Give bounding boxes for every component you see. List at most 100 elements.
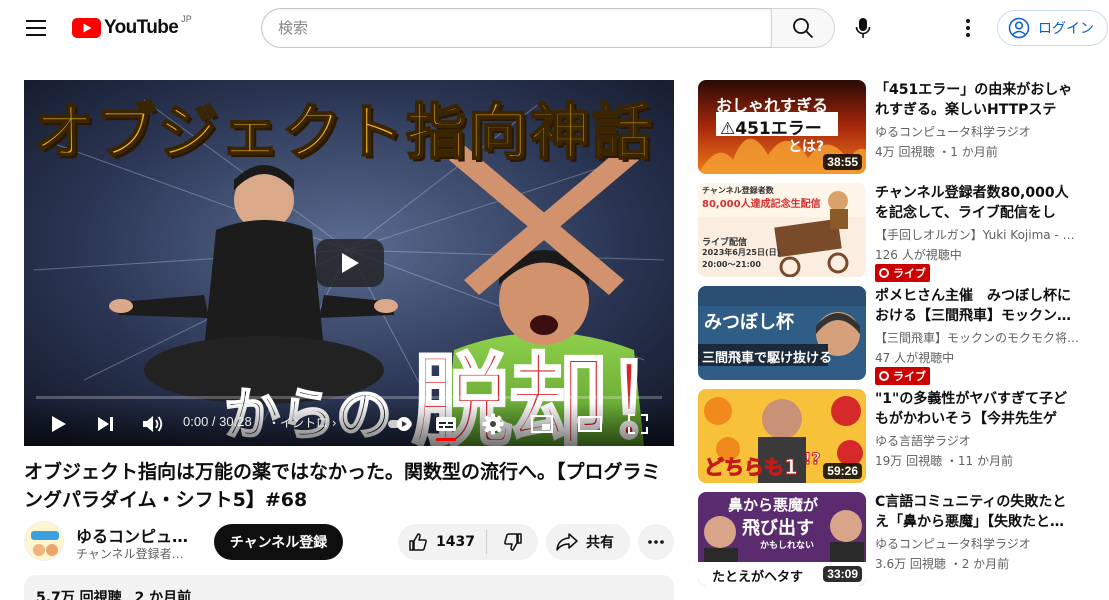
mute-button[interactable] <box>137 408 169 440</box>
recommended-channel[interactable]: 【手回しオルガン】Yuki Kojima - Ko… <box>875 226 1080 243</box>
thumbnail-title-text: オブジェクト指向神話 <box>33 97 654 169</box>
skip-next-icon <box>98 417 113 431</box>
share-button[interactable]: 共有 <box>546 524 630 560</box>
thumbnail-text: たとえがヘタす <box>712 570 804 585</box>
thumbnail-text: かもしれない <box>760 541 815 551</box>
thumbs-down-icon <box>503 533 522 551</box>
logo-text: YouTube <box>104 17 179 38</box>
more-horizontal-icon <box>648 540 664 544</box>
live-label: ライブ <box>893 370 926 383</box>
search-input[interactable] <box>261 8 772 48</box>
live-badge: ライブ <box>875 264 930 282</box>
channel-name[interactable]: ゆるコンピュ… <box>76 523 188 547</box>
channel-row: ゆるコンピュ… チャンネル登録者… チャンネル登録 1437 共有 <box>24 521 674 563</box>
description-box[interactable]: 5.7万 回視聴 2 か月前 <box>24 575 674 600</box>
recommended-channel[interactable]: ゆる言語学ラジオ <box>875 432 1080 449</box>
recommended-title[interactable]: C言語コミュニティの失敗たとえ「鼻から悪魔」【失敗たと… <box>875 492 1080 532</box>
video-thumbnail[interactable]: どちらも1 !? 59:26 <box>698 389 866 483</box>
video-thumbnail[interactable]: おしゃれすぎる ⚠451エラー とは? 38:55 <box>698 80 866 174</box>
recommended-video[interactable]: どちらも1 !? 59:26 "1"の多義性がヤバすぎて子どもがかわいそう【今井… <box>698 389 1098 483</box>
thumbnail-text: 20:00～21:00 <box>702 260 761 269</box>
thumbnail-text: 飛び出す <box>742 518 814 539</box>
upload-age: 2 か月前 <box>134 590 192 600</box>
recommended-channel[interactable]: ゆるコンピュータ科学ラジオ <box>875 535 1080 552</box>
recommended-meta: 19万 回視聴 ・11 か月前 <box>875 454 1013 468</box>
thumbnail-text: 2023年6月25日(日) <box>702 248 781 257</box>
autoplay-icon <box>388 417 412 431</box>
video-player[interactable]: オブジェクト指向神話 脱却！ からの 0:00 / 30:28 ・イントロ › <box>24 80 674 446</box>
like-dislike-group: 1437 <box>398 524 538 560</box>
player-controls: 0:00 / 30:28 ・イントロ › <box>24 402 674 446</box>
recommended-meta: 47 人が視聴中 <box>875 351 955 365</box>
video-duration: 59:26 <box>823 463 862 479</box>
more-vertical-icon <box>966 19 970 37</box>
thumbnail-text: とは? <box>788 139 825 155</box>
recommended-meta: 126 人が視聴中 <box>875 248 962 262</box>
theater-mode-button[interactable] <box>574 408 606 440</box>
menu-button[interactable] <box>20 12 52 44</box>
subtitles-button[interactable] <box>430 408 462 440</box>
search-button[interactable] <box>771 8 835 48</box>
like-button[interactable]: 1437 <box>398 524 486 560</box>
region-code: JP <box>181 14 192 24</box>
recommended-title[interactable]: ポメヒさん主催 みつぼし杯における【三間飛車】モックン… <box>875 286 1080 326</box>
live-icon <box>879 268 889 278</box>
channel-avatar[interactable] <box>24 521 64 561</box>
subscribe-button[interactable]: チャンネル登録 <box>214 524 343 560</box>
miniplayer-button[interactable] <box>526 408 558 440</box>
play-button[interactable] <box>43 408 75 440</box>
login-button[interactable]: ログイン <box>997 10 1108 46</box>
play-icon <box>342 253 359 273</box>
recommended-channel[interactable]: ゆるコンピュータ科学ラジオ <box>875 123 1080 140</box>
dislike-button[interactable] <box>487 524 538 560</box>
next-button[interactable] <box>90 408 122 440</box>
share-icon <box>556 533 578 551</box>
recommended-channel[interactable]: 【三間飛車】モックンのモクモク将… <box>875 329 1080 346</box>
autoplay-toggle[interactable] <box>386 408 418 440</box>
recommended-title[interactable]: チャンネル登録者数80,000人を記念して、ライブ配信をしま… <box>875 183 1080 223</box>
thumbnail-text: みつぼし杯 <box>704 312 794 333</box>
video-duration: 38:55 <box>823 154 862 170</box>
youtube-logo[interactable]: YouTube JP <box>72 14 192 40</box>
recommended-meta: 3.6万 回視聴 ・2 か月前 <box>875 557 1010 571</box>
video-thumbnail[interactable]: みつぼし杯 三間飛車で駆け抜ける <box>698 286 866 380</box>
like-count: 1437 <box>436 534 475 550</box>
recommended-meta: 4万 回視聴 ・1 か月前 <box>875 145 998 159</box>
live-badge: ライブ <box>875 367 930 385</box>
live-icon <box>879 371 889 381</box>
settings-menu-button[interactable] <box>948 8 988 48</box>
video-thumbnail[interactable]: チャンネル登録者数 80,000人達成記念生配信 ライブ配信 2023年6月25… <box>698 183 866 277</box>
thumbnail-text: 鼻から悪魔が <box>728 496 819 514</box>
voice-search-button[interactable] <box>843 8 883 48</box>
subscriber-count: チャンネル登録者… <box>76 547 184 561</box>
search-icon <box>793 18 814 39</box>
share-label: 共有 <box>586 535 614 551</box>
video-title: オブジェクト指向は万能の薬ではなかった。関数型の流行へ。【プログラミングパラダイ… <box>24 461 661 511</box>
fullscreen-button[interactable] <box>622 408 654 440</box>
theater-icon <box>578 416 602 432</box>
recommended-title[interactable]: "1"の多義性がヤバすぎて子どもがかわいそう【今井先生ゲス… <box>875 389 1080 429</box>
large-play-button[interactable] <box>316 239 384 287</box>
more-actions-button[interactable] <box>638 524 674 560</box>
live-label: ライブ <box>893 267 926 280</box>
recommended-video[interactable]: みつぼし杯 三間飛車で駆け抜ける ポメヒさん主催 みつぼし杯における【三間飛車】… <box>698 286 1098 385</box>
thumbnail-text: !? <box>804 449 822 469</box>
progress-bar[interactable] <box>36 396 662 399</box>
settings-button[interactable] <box>477 408 509 440</box>
recommended-video[interactable]: おしゃれすぎる ⚠451エラー とは? 38:55 「451エラー」の由来がおし… <box>698 80 1098 174</box>
chapter-title[interactable]: ・イントロ › <box>268 414 337 431</box>
recommended-title[interactable]: 「451エラー」の由来がおしゃれすぎる。楽しいHTTPステー… <box>875 80 1080 120</box>
play-icon <box>52 416 66 432</box>
miniplayer-icon <box>531 415 553 433</box>
time-display: 0:00 / 30:28 <box>183 414 252 429</box>
recommended-video[interactable]: 鼻から悪魔が 飛び出す かもしれない たとえがヘタす 33:09 C言語コミュニ… <box>698 492 1098 586</box>
thumbnail-text: 三間飛車で駆け抜ける <box>702 351 833 366</box>
hamburger-icon <box>26 20 46 36</box>
masthead: YouTube JP ログイン <box>0 0 1109 56</box>
channel-logo-icon <box>25 522 63 560</box>
account-icon <box>1008 17 1030 39</box>
video-thumbnail[interactable]: 鼻から悪魔が 飛び出す かもしれない たとえがヘタす 33:09 <box>698 492 866 586</box>
thumbs-up-icon <box>409 533 427 551</box>
recommended-video[interactable]: チャンネル登録者数 80,000人達成記念生配信 ライブ配信 2023年6月25… <box>698 183 1098 282</box>
login-label: ログイン <box>1038 21 1094 37</box>
